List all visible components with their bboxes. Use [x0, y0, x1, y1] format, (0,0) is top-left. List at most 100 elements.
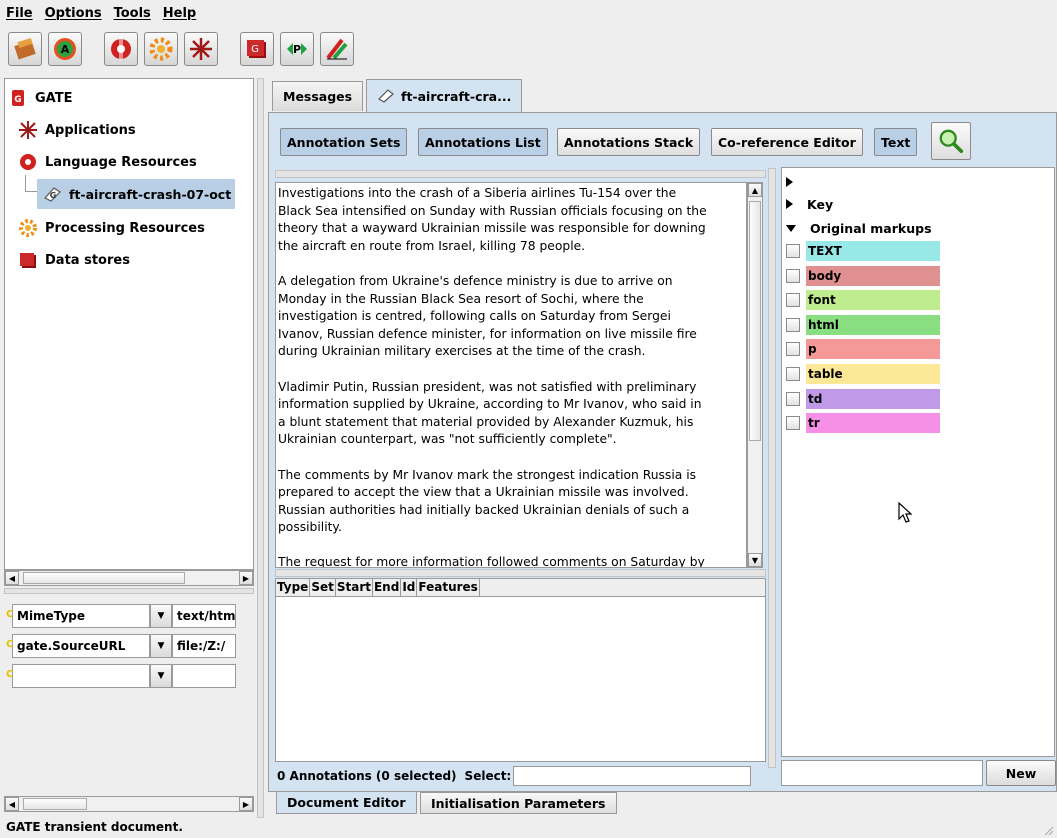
scroll-thumb[interactable]: [23, 798, 87, 810]
annotation-type-checkbox[interactable]: [786, 244, 800, 258]
text-vertical-scrollbar[interactable]: ▲ ▼: [747, 182, 763, 568]
expand-icon[interactable]: [786, 177, 793, 187]
annotation-diff-icon[interactable]: [320, 32, 354, 66]
annotation-type-label[interactable]: font: [806, 290, 940, 311]
annotations-table[interactable]: Type Set Start End Id Features: [275, 578, 766, 762]
tree-node-applications[interactable]: Applications: [17, 117, 136, 143]
plugin-manager-icon[interactable]: P: [280, 32, 314, 66]
new-application-icon[interactable]: [184, 32, 218, 66]
tree-node-language-resources[interactable]: Language Resources: [17, 149, 197, 175]
annotation-sets-button[interactable]: Annotation Sets: [280, 128, 408, 156]
feature-value[interactable]: text/htm: [172, 604, 236, 628]
annotation-type-label[interactable]: td: [806, 388, 940, 409]
left-split-divider[interactable]: [4, 588, 254, 594]
tree-label-processing-resources: Processing Resources: [45, 220, 205, 236]
tree-node-document[interactable]: G ft-aircraft-crash-07-oct: [37, 179, 236, 209]
text-top-divider[interactable]: [275, 170, 766, 178]
chevron-down-icon[interactable]: ▼: [150, 604, 172, 628]
scroll-down-icon[interactable]: ▼: [748, 553, 762, 567]
data-store-icon[interactable]: G: [240, 32, 274, 66]
tab-document[interactable]: ft-aircraft-cra...: [366, 79, 523, 112]
feature-name[interactable]: MimeType: [12, 604, 150, 628]
annotation-type-checkbox[interactable]: [786, 317, 800, 332]
coreference-editor-button[interactable]: Co-reference Editor: [711, 128, 863, 156]
annotation-type-row[interactable]: tr: [786, 412, 940, 434]
annotations-list-button[interactable]: Annotations List: [418, 128, 548, 156]
column-id[interactable]: Id: [401, 579, 418, 596]
tree-node-data-stores[interactable]: Data stores: [17, 247, 130, 273]
scroll-thumb[interactable]: [749, 201, 761, 441]
document-text[interactable]: Investigations into the crash of a Siber…: [276, 183, 746, 567]
new-language-resource-icon[interactable]: [104, 32, 138, 66]
chevron-down-icon[interactable]: ▼: [150, 634, 172, 658]
annotation-type-row[interactable]: td: [786, 388, 940, 410]
resize-grip-icon[interactable]: [1043, 824, 1054, 836]
tree-horizontal-scrollbar[interactable]: ◀ ▶: [4, 570, 254, 586]
tree-node-gate[interactable]: G GATE: [7, 85, 72, 111]
scroll-left-icon[interactable]: ◀: [5, 797, 19, 811]
tree-label-language-resources: Language Resources: [45, 154, 197, 170]
annotation-type-label[interactable]: table: [806, 364, 940, 384]
main-split-divider[interactable]: [257, 78, 264, 818]
tab-messages[interactable]: Messages: [272, 81, 364, 111]
column-features[interactable]: Features: [417, 579, 480, 596]
annotation-type-row[interactable]: TEXT: [786, 240, 940, 262]
annotation-type-row[interactable]: p: [786, 338, 940, 360]
load-application-icon[interactable]: [8, 32, 42, 66]
column-start[interactable]: Start: [336, 579, 373, 596]
annotation-type-label[interactable]: html: [806, 314, 940, 335]
document-text-area[interactable]: Investigations into the crash of a Siber…: [275, 182, 747, 568]
expand-icon[interactable]: [786, 199, 793, 209]
key-set-row[interactable]: Key: [786, 192, 833, 216]
text-table-divider[interactable]: [275, 569, 766, 577]
menu-file[interactable]: File: [6, 6, 33, 21]
collapse-icon[interactable]: [786, 224, 796, 232]
chevron-down-icon[interactable]: ▼: [150, 664, 172, 688]
feature-name-input[interactable]: [12, 664, 150, 688]
annotation-type-checkbox[interactable]: [786, 367, 800, 381]
scroll-up-icon[interactable]: ▲: [748, 183, 762, 197]
annotation-type-row[interactable]: html: [786, 314, 940, 336]
menu-options[interactable]: Options: [45, 6, 102, 21]
annotation-type-row[interactable]: font: [786, 289, 940, 311]
select-input[interactable]: [513, 766, 752, 786]
tab-document-editor[interactable]: Document Editor: [276, 792, 417, 814]
scroll-left-icon[interactable]: ◀: [5, 571, 19, 585]
tab-initialisation-parameters[interactable]: Initialisation Parameters: [420, 792, 617, 814]
new-set-name-input[interactable]: [781, 760, 983, 786]
original-markups-row[interactable]: Original markups: [786, 216, 932, 240]
annotation-type-checkbox[interactable]: [786, 416, 800, 431]
default-set-row[interactable]: [786, 170, 807, 194]
annotation-type-checkbox[interactable]: [786, 293, 800, 308]
annotation-type-checkbox[interactable]: [786, 391, 800, 406]
text-sets-divider[interactable]: [768, 168, 776, 768]
column-type[interactable]: Type: [276, 579, 311, 596]
annotation-type-label[interactable]: tr: [806, 413, 940, 434]
scroll-right-icon[interactable]: ▶: [239, 571, 253, 585]
annotation-type-checkbox[interactable]: [786, 268, 800, 283]
annotation-type-label[interactable]: p: [806, 339, 940, 360]
annotation-type-row[interactable]: table: [786, 363, 940, 385]
feature-name[interactable]: gate.SourceURL: [12, 634, 150, 658]
annotation-type-label[interactable]: body: [806, 265, 940, 286]
column-set[interactable]: Set: [310, 579, 336, 596]
scroll-thumb[interactable]: [23, 572, 185, 584]
feature-value[interactable]: file:/Z:/: [172, 634, 236, 658]
text-button[interactable]: Text: [874, 128, 918, 156]
annie-icon[interactable]: A: [48, 32, 82, 66]
annotations-stack-button[interactable]: Annotations Stack: [557, 128, 701, 156]
annotation-type-checkbox[interactable]: [786, 342, 800, 357]
feature-value-input[interactable]: [172, 664, 236, 688]
annotation-type-label[interactable]: TEXT: [806, 241, 940, 261]
scroll-right-icon[interactable]: ▶: [239, 797, 253, 811]
annotation-type-row[interactable]: body: [786, 265, 940, 287]
menu-help[interactable]: Help: [163, 6, 196, 21]
tree-label-gate: GATE: [35, 90, 73, 106]
search-icon[interactable]: [931, 122, 971, 160]
features-horizontal-scrollbar[interactable]: ◀ ▶: [4, 796, 254, 812]
tree-node-processing-resources[interactable]: Processing Resources: [17, 215, 205, 241]
new-processing-resource-icon[interactable]: [144, 32, 178, 66]
menu-tools[interactable]: Tools: [114, 6, 151, 21]
new-set-button[interactable]: New: [986, 760, 1056, 786]
column-end[interactable]: End: [373, 579, 402, 596]
